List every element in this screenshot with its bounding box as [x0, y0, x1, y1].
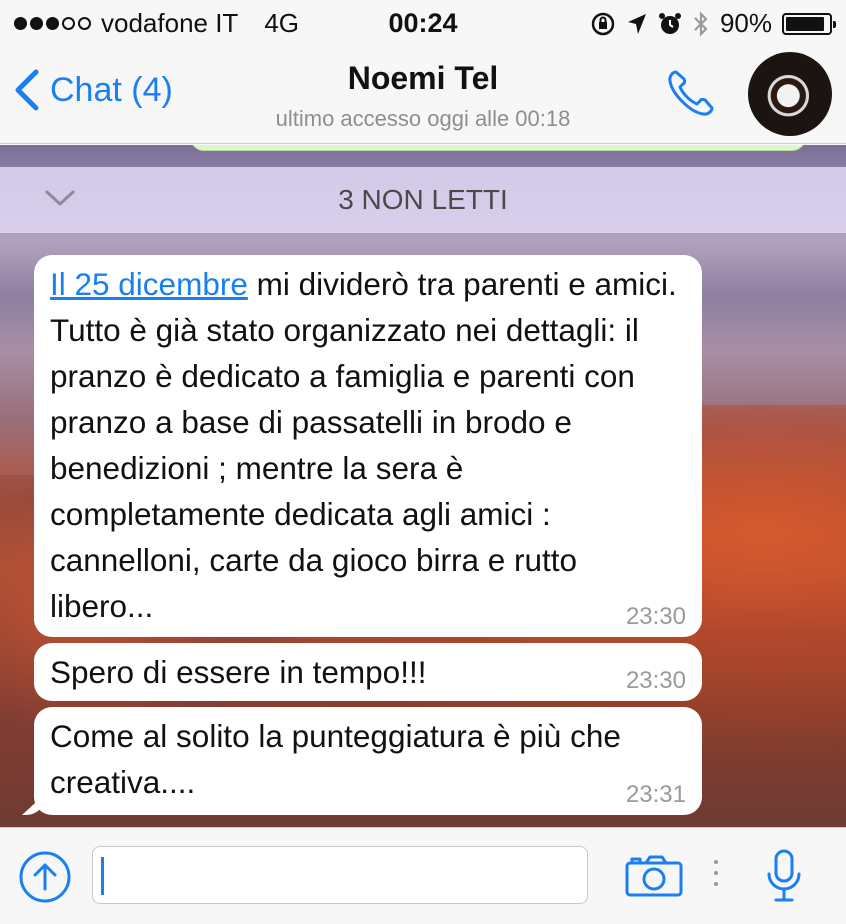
chevron-down-icon — [45, 190, 75, 207]
status-bar: vodafone IT 4G 00:24 90% — [0, 0, 846, 48]
battery-fill — [786, 16, 824, 31]
camera-button[interactable] — [624, 854, 684, 903]
location-icon — [627, 13, 646, 34]
message-time: 23:30 — [625, 603, 686, 630]
unread-banner: 3 NON LETTI — [0, 167, 846, 233]
chat-area[interactable]: 3 NON LETTI Il 25 dicembre mi dividerò t… — [0, 145, 846, 827]
more-dots-icon — [714, 860, 718, 886]
last-seen-status: ultimo accesso oggi alle 00:18 — [275, 106, 571, 131]
bluetooth-icon — [694, 10, 708, 37]
message-text: mi dividerò tra parenti e amici. Tutto è… — [50, 266, 677, 624]
message-bubble[interactable]: Il 25 dicembre mi dividerò tra parenti e… — [34, 255, 702, 637]
contact-avatar[interactable] — [748, 52, 832, 136]
attach-button[interactable] — [18, 850, 72, 909]
date-link[interactable]: Il 25 dicembre — [50, 266, 248, 302]
message-time: 23:30 — [625, 667, 686, 694]
input-bar — [0, 827, 846, 924]
phone-icon — [668, 70, 714, 116]
microphone-button[interactable] — [766, 848, 802, 911]
status-right: 90% — [590, 8, 836, 39]
message-input[interactable] — [92, 846, 588, 904]
rotation-lock-icon — [591, 12, 615, 35]
message-time: 23:31 — [625, 781, 686, 808]
chat-header: Chat (4) Noemi Tel ultimo accesso oggi a… — [0, 48, 846, 144]
message-bubble[interactable]: Come al solito la punteggiatura è più ch… — [34, 707, 702, 815]
battery-icon — [782, 12, 836, 35]
battery-percent: 90% — [719, 8, 772, 38]
message-bubble[interactable]: Spero di essere in tempo!!! 23:30 — [34, 643, 702, 701]
call-button[interactable] — [664, 66, 718, 125]
text-cursor — [101, 857, 104, 895]
microphone-icon — [767, 849, 801, 902]
message-text: Spero di essere in tempo!!! — [50, 654, 427, 690]
camera-icon — [625, 855, 683, 897]
unread-banner-label: 3 NON LETTI — [338, 184, 508, 215]
alarm-icon — [658, 12, 681, 34]
message-text: Come al solito la punteggiatura è più ch… — [50, 718, 621, 800]
previous-message-edge — [190, 145, 806, 151]
contact-name[interactable]: Noemi Tel — [0, 60, 846, 97]
upload-arrow-icon — [19, 851, 71, 903]
